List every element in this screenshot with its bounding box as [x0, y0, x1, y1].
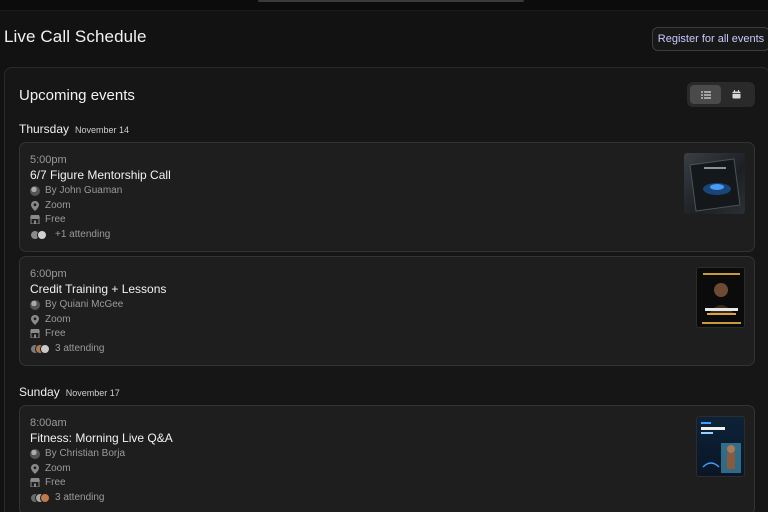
event-location: Zoom: [45, 463, 71, 474]
location-pin-icon: [30, 314, 40, 325]
store-icon: [30, 215, 40, 225]
day-name: Thursday: [19, 122, 70, 136]
view-toggle: [687, 82, 755, 107]
host-avatar-image: [30, 299, 40, 310]
event-location-row: Zoom: [30, 314, 71, 325]
event-location-row: Zoom: [30, 200, 71, 211]
event-location: Zoom: [45, 314, 71, 325]
event-time: 5:00pm: [30, 154, 67, 166]
event-attending: 3 attending: [55, 492, 105, 503]
host-avatar-image: [30, 185, 40, 196]
event-host: By Quiani McGee: [45, 299, 124, 310]
attendee-avatar: [40, 343, 50, 354]
event-time: 8:00am: [30, 417, 67, 429]
attendee-avatars: [30, 229, 50, 240]
day-header-sunday: Sunday November 17: [19, 385, 120, 399]
host-avatar: [30, 185, 40, 196]
event-thumbnail: [696, 416, 745, 477]
attendee-avatars: [30, 343, 50, 354]
panel-title: Upcoming events: [19, 87, 135, 104]
event-attending: +1 attending: [55, 229, 111, 240]
calendar-icon: [732, 90, 741, 99]
list-view-button[interactable]: [690, 85, 721, 104]
mentorship-device-image: [689, 158, 741, 212]
event-title: 6/7 Figure Mentorship Call: [30, 168, 171, 182]
attendee-avatar: [40, 492, 50, 503]
event-thumbnail: [696, 267, 745, 328]
event-attending-row: 3 attending: [30, 343, 105, 354]
event-location-row: Zoom: [30, 463, 71, 474]
list-icon: [700, 90, 711, 99]
event-location: Zoom: [45, 200, 71, 211]
top-bar-handle: [258, 0, 524, 2]
store-icon: [30, 329, 40, 339]
event-host-row: By Quiani McGee: [30, 299, 123, 310]
location-pin-icon: [30, 463, 40, 474]
host-avatar: [30, 448, 40, 459]
day-header-thursday: Thursday November 14: [19, 122, 129, 136]
location-pin-icon: [30, 200, 40, 211]
event-price-row: Free: [30, 214, 66, 225]
event-card[interactable]: 8:00am Fitness: Morning Live Q&A By Chri…: [19, 405, 755, 512]
register-all-events-button[interactable]: Register for all events: [652, 27, 768, 51]
host-avatar: [30, 299, 40, 310]
credit-training-poster-image: [697, 268, 744, 327]
event-price: Free: [45, 214, 66, 225]
event-thumbnail: [684, 153, 745, 214]
window-top-bar: [0, 0, 768, 11]
event-price-row: Free: [30, 477, 66, 488]
store-icon: [30, 478, 40, 488]
event-attending: 3 attending: [55, 343, 105, 354]
attendee-avatar: [37, 229, 47, 240]
morning-live-poster-image: [701, 422, 741, 473]
event-price: Free: [45, 328, 66, 339]
event-attending-row: +1 attending: [30, 229, 110, 240]
event-host-row: By Christian Borja: [30, 448, 125, 459]
event-host-row: By John Guaman: [30, 185, 122, 196]
day-date: November 17: [65, 388, 120, 398]
event-card[interactable]: 5:00pm 6/7 Figure Mentorship Call By Joh…: [19, 142, 755, 252]
page-title: Live Call Schedule: [4, 27, 147, 46]
event-host: By John Guaman: [45, 185, 123, 196]
day-name: Sunday: [19, 385, 60, 399]
event-price-row: Free: [30, 328, 66, 339]
event-card[interactable]: 6:00pm Credit Training + Lessons By Quia…: [19, 256, 755, 366]
event-title: Credit Training + Lessons: [30, 282, 167, 296]
day-date: November 14: [75, 125, 130, 135]
events-panel: Upcoming events Thursday November 14 5:0…: [4, 67, 768, 512]
calendar-view-button[interactable]: [721, 85, 752, 104]
event-host: By Christian Borja: [45, 448, 126, 459]
event-time: 6:00pm: [30, 268, 67, 280]
event-title: Fitness: Morning Live Q&A: [30, 431, 173, 445]
event-price: Free: [45, 477, 66, 488]
attendee-avatars: [30, 492, 50, 503]
host-avatar-image: [30, 448, 40, 459]
event-attending-row: 3 attending: [30, 492, 105, 503]
